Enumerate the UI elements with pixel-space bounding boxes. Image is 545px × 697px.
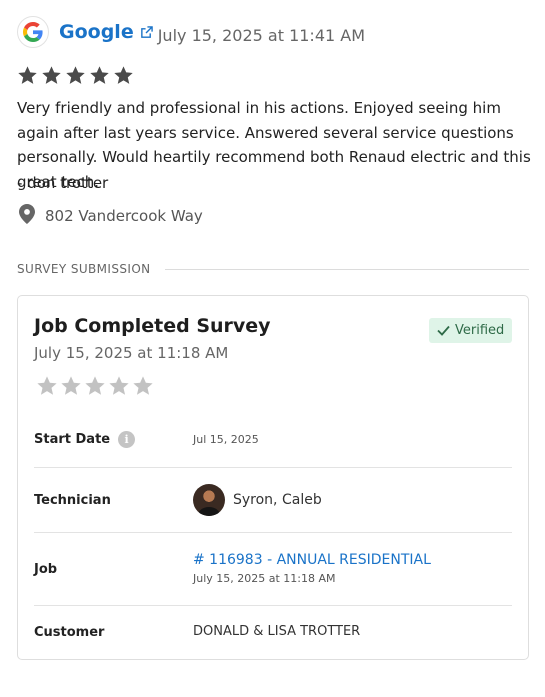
location: 802 Vandercook Way	[19, 204, 203, 228]
location-text: 802 Vandercook Way	[45, 207, 203, 225]
job-date: July 15, 2025 at 11:18 AM	[193, 572, 336, 585]
job-link[interactable]: # 116983 - ANNUAL RESIDENTIAL	[193, 552, 431, 568]
verified-badge: Verified	[429, 318, 513, 343]
section-title: SURVEY SUBMISSION	[17, 262, 151, 276]
survey-rating	[36, 375, 154, 397]
row-divider	[34, 467, 512, 468]
section-divider	[164, 268, 529, 270]
info-icon[interactable]: i	[118, 431, 136, 448]
map-pin-icon	[19, 204, 35, 228]
google-g-icon	[17, 16, 49, 48]
star-icon	[90, 66, 109, 84]
verified-label: Verified	[455, 323, 505, 338]
start-date-value: Jul 15, 2025	[193, 433, 259, 446]
star-empty-icon	[109, 376, 129, 395]
star-empty-icon	[85, 376, 105, 395]
job-label: Job	[34, 562, 58, 577]
reviewer-name: - don trotter	[17, 174, 109, 192]
job-value: # 116983 - ANNUAL RESIDENTIAL July 15, 2…	[193, 552, 431, 585]
technician-value: Syron, Caleb	[193, 484, 322, 516]
row-divider	[34, 532, 512, 533]
avatar	[193, 484, 225, 516]
start-date-label-text: Start Date	[34, 432, 111, 447]
source-label: Google	[59, 21, 134, 43]
customer-value: DONALD & LISA TROTTER	[193, 624, 361, 639]
section-header: SURVEY SUBMISSION	[17, 262, 529, 276]
survey-card: Job Completed Survey July 15, 2025 at 11…	[17, 295, 529, 660]
star-icon	[42, 66, 61, 84]
survey-date: July 15, 2025 at 11:18 AM	[34, 344, 229, 362]
star-icon	[114, 66, 133, 84]
google-source-link[interactable]: Google	[59, 21, 153, 43]
star-icon	[66, 66, 85, 84]
start-date-label: Start Date i	[34, 431, 136, 448]
star-empty-icon	[61, 376, 81, 395]
survey-title: Job Completed Survey	[34, 315, 271, 337]
customer-label: Customer	[34, 625, 105, 640]
star-icon	[18, 66, 37, 84]
star-empty-icon	[37, 376, 57, 395]
technician-label: Technician	[34, 493, 111, 508]
review-rating	[17, 65, 134, 86]
checkmark-icon	[437, 325, 450, 336]
row-divider	[34, 605, 512, 606]
technician-name: Syron, Caleb	[233, 492, 322, 508]
review-header: Google July 15, 2025 at 11:41 AM	[17, 16, 365, 48]
external-link-icon	[140, 25, 153, 39]
star-empty-icon	[133, 376, 153, 395]
review-date: July 15, 2025 at 11:41 AM	[157, 25, 366, 45]
